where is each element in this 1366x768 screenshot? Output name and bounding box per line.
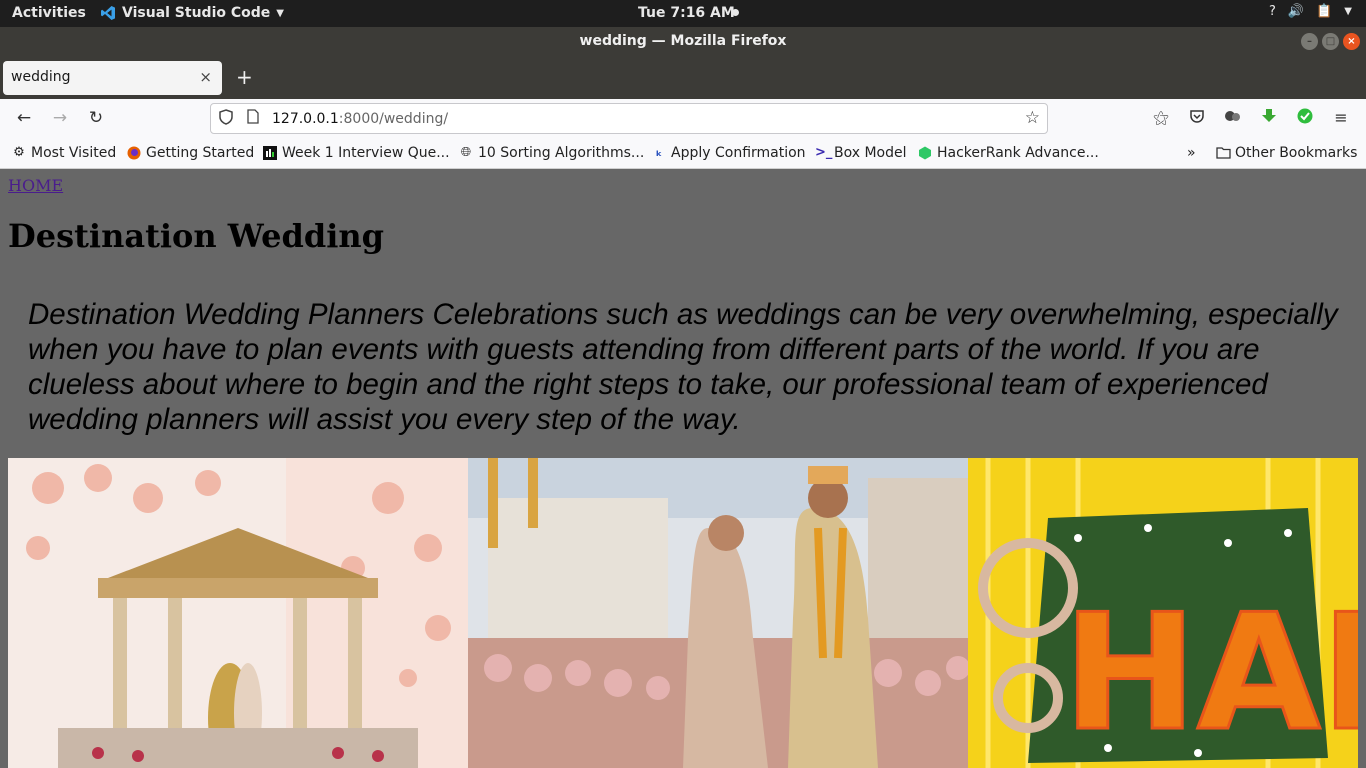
tab-wedding[interactable]: wedding × [3,61,222,95]
chevron-down-icon: ▼ [276,7,284,19]
forward-icon[interactable]: → [49,108,71,128]
bookmark-week1-interview[interactable]: Week 1 Interview Que... [263,145,450,161]
blue-c-icon: ₖ [655,145,663,160]
power-menu-icon[interactable]: ▼ [1344,6,1352,17]
gear-icon: ⚙ [13,145,25,160]
bookmarks-overflow-icon[interactable]: » [1187,145,1196,161]
maximize-icon[interactable]: □ [1322,33,1339,50]
back-icon[interactable]: ← [13,108,35,128]
bookmark-apply-confirmation[interactable]: ₖ Apply Confirmation [652,145,806,161]
page-info-icon[interactable] [247,109,259,128]
new-tab-button[interactable]: + [236,65,253,89]
url-text: 127.0.0.1:8000/wedding/ [272,111,448,127]
bookmark-label: Box Model [834,145,907,161]
system-top-bar: Activities Visual Studio Code ▼ Tue 7:16… [0,0,1366,27]
bookmark-star-icon[interactable]: ☆ [1025,108,1040,128]
help-icon[interactable]: ? [1269,4,1276,19]
download-extension-icon[interactable] [1258,108,1280,128]
bookmark-sorting-algorithms[interactable]: 🌐︎ 10 Sorting Algorithms... [459,145,644,161]
home-link[interactable]: HOME [8,176,63,195]
activities-button[interactable]: Activities [12,5,86,21]
reload-icon[interactable]: ↻ [85,108,107,128]
page-title: Destination Wedding [8,217,384,255]
bookmark-other-bookmarks[interactable]: Other Bookmarks [1216,145,1357,161]
photo-row: HALDI [8,458,1358,768]
minimize-icon[interactable]: – [1301,33,1318,50]
url-path: :8000/wedding/ [338,111,449,127]
clipboard-icon[interactable]: 📋 [1316,4,1332,19]
gazebo-wedding-photo [8,458,468,768]
window-controls: – □ × [1301,33,1360,50]
bookmark-label: 10 Sorting Algorithms... [478,145,645,161]
notification-dot-icon [732,9,739,16]
url-host: 127.0.0.1 [272,111,339,127]
window-title: wedding — Mozilla Firefox [579,33,787,49]
haldi-flower-text: HALDI [1063,579,1358,766]
firefox-icon [127,146,141,160]
clock[interactable]: Tue 7:16 AM [638,5,735,21]
menu-icon[interactable]: ≡ [1330,108,1352,127]
tab-label: wedding [11,69,71,85]
window-titlebar: wedding — Mozilla Firefox – □ × [0,27,1366,57]
reader-list-icon[interactable]: ⚝ [1150,108,1172,128]
bookmark-label: HackerRank Advance... [937,145,1099,161]
volume-icon[interactable]: 🔊 [1288,4,1304,19]
couple-ceremony-photo [468,458,968,768]
haldi-flower-photo: HALDI [968,458,1358,768]
extension-icon[interactable] [1222,108,1244,128]
globe-icon: 🌐︎ [460,145,472,160]
tab-strip: wedding × + [0,57,1366,99]
bookmark-box-model[interactable]: >_ Box Model [815,145,907,161]
tracking-shield-icon[interactable] [219,109,233,129]
pocket-icon[interactable] [1186,108,1208,128]
close-tab-icon[interactable]: × [199,68,212,86]
vscode-icon [101,6,115,20]
prompt-icon: >_ [815,145,833,160]
system-tray[interactable]: ? 🔊 📋 ▼ [1269,4,1352,19]
navigation-toolbar: ← → ↻ 127.0.0.1:8000/wedding/ ☆ ⚝ ≡ [0,99,1366,139]
bookmark-getting-started[interactable]: Getting Started [127,145,254,161]
intro-paragraph: Destination Wedding Planners Celebration… [28,298,1338,436]
bookmarks-toolbar: ⚙ Most Visited Getting Started Week 1 In… [0,139,1366,169]
hackerrank-icon [918,146,932,160]
bookmark-label: Most Visited [31,145,117,161]
bookmark-hackerrank[interactable]: HackerRank Advance... [918,145,1099,161]
bookmark-label: Apply Confirmation [671,145,806,161]
bookmark-label: Week 1 Interview Que... [282,145,450,161]
close-window-icon[interactable]: × [1343,33,1360,50]
bookmark-label: Getting Started [146,145,255,161]
bookmark-most-visited[interactable]: ⚙ Most Visited [12,145,116,161]
bookmark-label: Other Bookmarks [1235,145,1358,161]
folder-icon [1216,146,1231,160]
check-extension-icon[interactable] [1294,108,1316,128]
black-square-icon [263,146,277,160]
app-name: Visual Studio Code [122,5,271,21]
page-content: HOME Destination Wedding Destination Wed… [0,169,1366,768]
app-menu[interactable]: Visual Studio Code ▼ [100,5,284,21]
address-bar[interactable]: 127.0.0.1:8000/wedding/ ☆ [210,103,1048,134]
